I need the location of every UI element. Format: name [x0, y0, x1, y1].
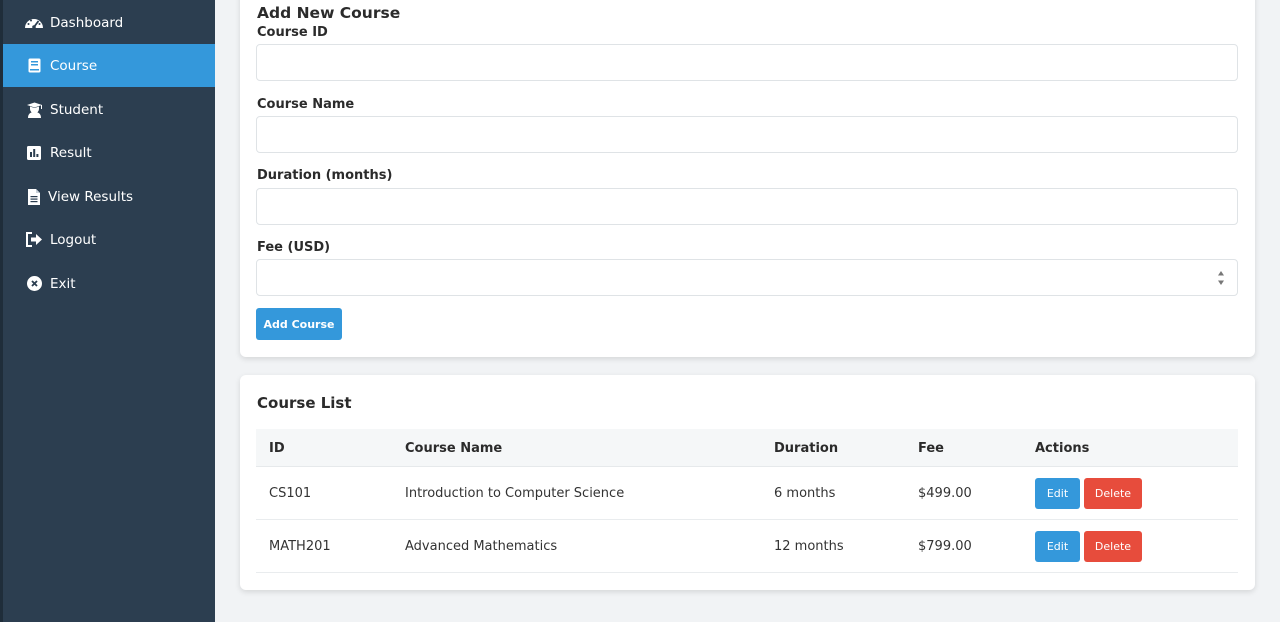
- edit-button[interactable]: Edit: [1035, 478, 1080, 509]
- duration-label: Duration (months): [257, 168, 393, 183]
- edit-button[interactable]: Edit: [1035, 531, 1080, 562]
- sidebar-item-label: Course: [50, 57, 98, 74]
- delete-button[interactable]: Delete: [1084, 478, 1142, 509]
- gauge-icon: [23, 14, 45, 32]
- column-header-actions: Actions: [1035, 441, 1090, 456]
- course-name-input[interactable]: [256, 116, 1238, 153]
- sidebar-item-logout[interactable]: Logout: [3, 218, 215, 261]
- sidebar-item-result[interactable]: Result: [3, 131, 215, 174]
- course-name-cell: Introduction to Computer Science: [405, 486, 625, 501]
- course-id-label: Course ID: [257, 25, 328, 40]
- sidebar: Dashboard Course Student Result View Res…: [0, 0, 215, 622]
- column-header-duration: Duration: [774, 441, 839, 456]
- table-header: ID Course Name Duration Fee Actions: [256, 429, 1238, 467]
- add-course-button[interactable]: Add Course: [256, 308, 342, 340]
- duration-cell: 6 months: [774, 486, 836, 501]
- sidebar-item-exit[interactable]: Exit: [3, 262, 215, 305]
- course-id-cell: MATH201: [269, 539, 331, 554]
- course-table: ID Course Name Duration Fee Actions CS10…: [256, 429, 1238, 573]
- sidebar-item-student[interactable]: Student: [3, 88, 215, 131]
- course-name-label: Course Name: [257, 97, 355, 112]
- add-course-card: Add New Course Course ID Course Name Dur…: [240, 0, 1255, 357]
- book-icon: [23, 57, 45, 75]
- course-id-cell: CS101: [269, 486, 312, 501]
- column-header-course-name: Course Name: [405, 441, 503, 456]
- delete-button[interactable]: Delete: [1084, 531, 1142, 562]
- close-circle-icon: [23, 275, 45, 293]
- fee-input[interactable]: [256, 259, 1238, 296]
- sidebar-item-course[interactable]: Course: [3, 44, 215, 87]
- table-row: MATH201 Advanced Mathematics 12 months $…: [256, 520, 1238, 573]
- sidebar-item-label: Result: [50, 144, 92, 161]
- graduation-cap-icon: [23, 101, 45, 119]
- fee-cell: $799.00: [918, 539, 972, 554]
- bar-chart-icon: [23, 144, 45, 162]
- form-title: Add New Course: [257, 4, 401, 22]
- sidebar-item-label: Dashboard: [50, 14, 124, 31]
- fee-cell: $499.00: [918, 486, 972, 501]
- duration-input[interactable]: [256, 188, 1238, 225]
- course-list-title: Course List: [257, 394, 352, 412]
- course-name-cell: Advanced Mathematics: [405, 539, 558, 554]
- course-list-card: Course List ID Course Name Duration Fee …: [240, 375, 1255, 590]
- sidebar-item-label: View Results: [48, 188, 134, 205]
- sidebar-item-label: Exit: [50, 275, 76, 292]
- sidebar-item-label: Student: [50, 101, 104, 118]
- column-header-id: ID: [269, 441, 285, 456]
- column-header-fee: Fee: [918, 441, 944, 456]
- number-spinner-icon[interactable]: [1217, 270, 1225, 286]
- sidebar-item-dashboard[interactable]: Dashboard: [3, 1, 215, 44]
- sidebar-item-label: Logout: [50, 231, 97, 248]
- course-id-input[interactable]: [256, 44, 1238, 81]
- duration-cell: 12 months: [774, 539, 844, 554]
- table-row: CS101 Introduction to Computer Science 6…: [256, 467, 1238, 520]
- document-icon: [23, 188, 45, 206]
- sidebar-item-view-results[interactable]: View Results: [3, 175, 215, 218]
- fee-label: Fee (USD): [257, 240, 331, 255]
- sign-out-icon: [23, 231, 45, 249]
